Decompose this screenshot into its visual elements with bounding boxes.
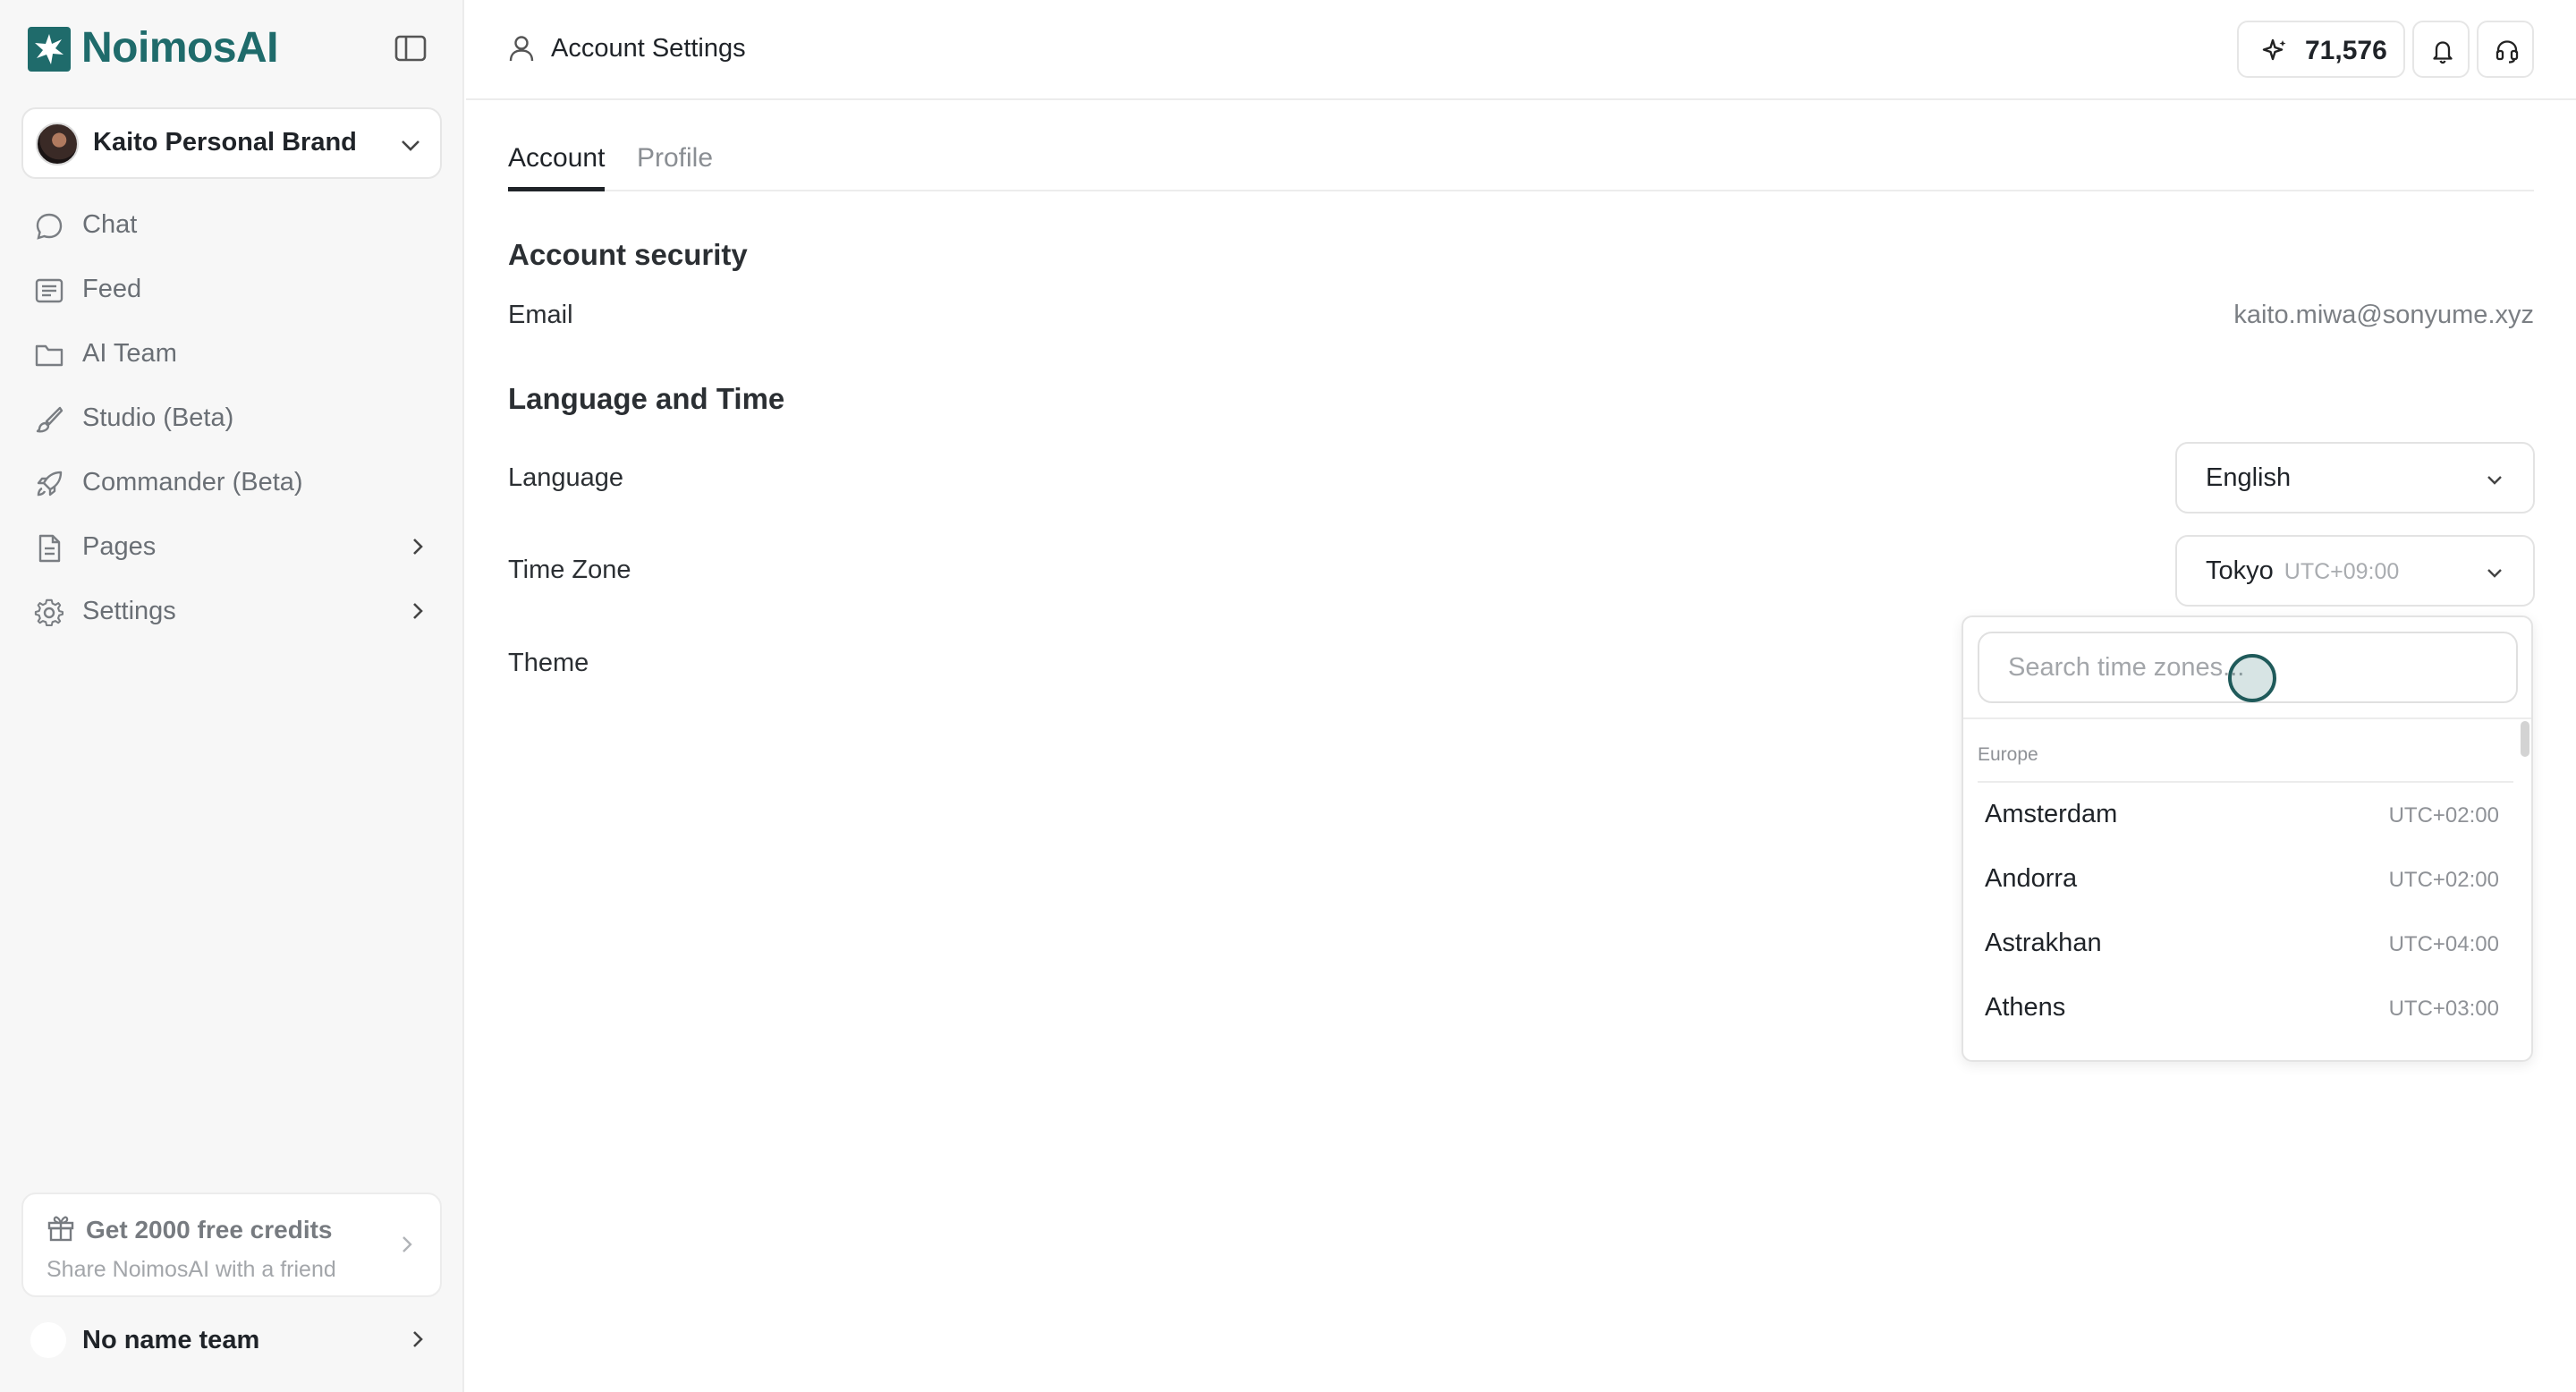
sidebar-nav: Chat Feed AI Team Studio (Beta) Commande… [21,193,442,644]
team-selector[interactable]: No name team [21,1313,442,1367]
settings-tabs: Account Profile [508,138,2534,191]
timezone-option-city: Andorra [1985,864,2078,893]
divider [1963,717,2531,719]
top-header: Account Settings 71,576 [466,0,2576,100]
sidebar-item-ai-team[interactable]: AI Team [21,322,442,386]
sidebar-item-label: Feed [82,275,142,303]
timezone-option-offset: UTC+03:00 [2388,997,2499,1021]
page-title: Account Settings [551,34,746,63]
timezone-option-offset: UTC+02:00 [2388,803,2499,828]
sidebar-item-label: AI Team [82,339,177,368]
timezone-option[interactable]: Athens UTC+03:00 [1963,977,2531,1041]
timezone-value: Tokyo UTC+09:00 [2206,556,2399,586]
sidebar-toggle-icon[interactable] [394,34,430,66]
sidebar-item-label: Studio (Beta) [82,403,234,432]
support-button[interactable] [2477,21,2534,78]
language-select[interactable]: English [2175,442,2535,514]
sidebar-item-commander[interactable]: Commander (Beta) [21,451,442,515]
credits-button[interactable]: 71,576 [2237,21,2405,78]
team-avatar [30,1322,66,1358]
credits-count: 71,576 [2305,36,2387,65]
invite-subtitle: Share NoimosAI with a friend [47,1257,336,1282]
sidebar-item-studio[interactable]: Studio (Beta) [21,386,442,451]
logo-row: NoimosAI [28,24,439,75]
language-value: English [2206,463,2292,492]
language-time-heading: Language and Time [508,382,785,415]
chevron-down-icon [402,140,419,151]
headset-icon [2496,40,2519,64]
timezone-dropdown: Europe Amsterdam UTC+02:00 Andorra UTC+0… [1962,615,2533,1062]
brand-selector[interactable]: Kaito Personal Brand [21,107,442,179]
chevron-down-icon [2487,569,2502,578]
timezone-label: Time Zone [508,556,631,584]
timezone-city: Tokyo [2206,556,2274,585]
invite-title: Get 2000 free credits [86,1216,333,1243]
email-value: kaito.miwa@sonyume.xyz [2233,301,2534,329]
chevron-right-icon [413,603,423,619]
tab-profile[interactable]: Profile [637,143,713,191]
rocket-icon [37,471,63,497]
chevron-right-icon [413,1331,423,1347]
timezone-option[interactable]: Amsterdam UTC+02:00 [1963,784,2531,848]
sidebar-item-label: Settings [82,597,176,625]
theme-label: Theme [508,649,589,677]
chevron-right-icon [413,539,423,555]
timezone-select[interactable]: Tokyo UTC+09:00 [2175,535,2535,607]
invite-credits-card[interactable]: Get 2000 free credits Share NoimosAI wit… [21,1193,442,1297]
chat-bubble-icon [36,213,63,240]
notifications-button[interactable] [2412,21,2470,78]
sidebar-item-pages[interactable]: Pages [21,515,442,580]
gear-icon [34,598,64,627]
bell-icon [2433,41,2453,64]
timezone-option-offset: UTC+04:00 [2388,932,2499,956]
document-icon [38,534,61,563]
chevron-right-icon [402,1236,412,1252]
language-label: Language [508,463,624,492]
folder-icon [35,344,64,367]
tab-account[interactable]: Account [508,143,606,191]
timezone-option-city: Athens [1985,993,2066,1022]
brand-name: Kaito Personal Brand [93,128,357,157]
logo-icon [28,27,71,72]
timezone-option[interactable]: Andorra UTC+02:00 [1963,848,2531,912]
sidebar-item-chat[interactable]: Chat [21,193,442,258]
timezone-offset: UTC+09:00 [2284,559,2400,584]
sidebar: NoimosAI Kaito Personal Brand Chat Feed … [0,0,464,1392]
avatar [36,123,79,166]
brush-icon [36,406,64,433]
team-name: No name team [82,1326,260,1354]
sparkle-icon [2262,38,2286,61]
sidebar-item-settings[interactable]: Settings [21,580,442,644]
timezone-group-label: Europe [1978,744,2038,765]
account-security-heading: Account security [508,238,748,271]
timezone-option[interactable]: Astrakhan UTC+04:00 [1963,912,2531,977]
divider [1978,781,2513,783]
feed-list-icon [35,278,64,303]
app-name: NoimosAI [81,24,279,72]
timezone-option-city: Amsterdam [1985,800,2118,828]
gift-icon [47,1216,74,1242]
timezone-option-offset: UTC+02:00 [2388,868,2499,892]
timezone-option-city: Astrakhan [1985,929,2102,957]
chevron-down-icon [2487,476,2502,485]
sidebar-item-label: Chat [82,210,138,239]
sidebar-item-label: Pages [82,532,157,561]
mouse-cursor-indicator [2228,654,2276,702]
sidebar-item-feed[interactable]: Feed [21,258,442,322]
scrollbar-thumb[interactable] [2521,721,2529,757]
sidebar-item-label: Commander (Beta) [82,468,303,497]
email-label: Email [508,301,573,329]
user-icon [509,36,534,62]
